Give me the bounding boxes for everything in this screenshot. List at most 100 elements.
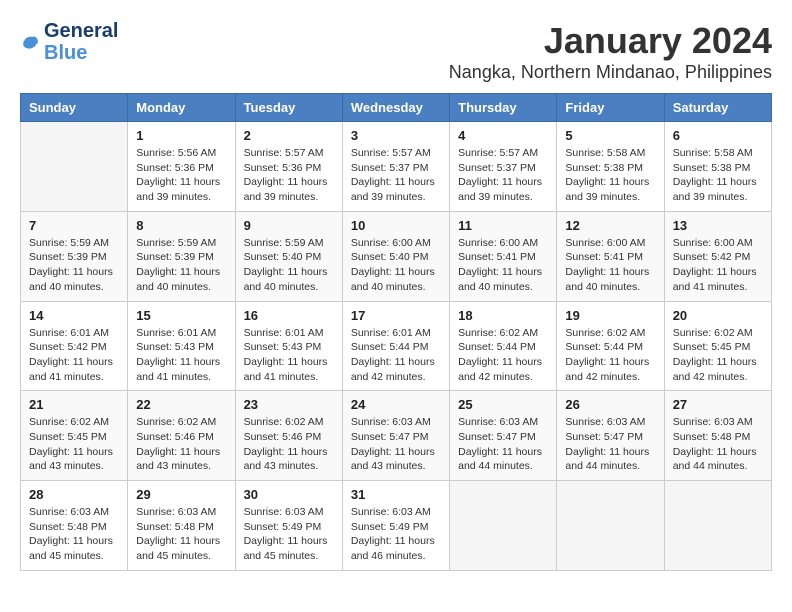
day-info: Sunrise: 6:02 AM Sunset: 5:44 PM Dayligh… [458, 326, 548, 385]
day-number: 24 [351, 397, 441, 412]
calendar-week-row: 1Sunrise: 5:56 AM Sunset: 5:36 PM Daylig… [21, 122, 772, 212]
page-subtitle: Nangka, Northern Mindanao, Philippines [449, 62, 772, 83]
day-number: 15 [136, 308, 226, 323]
day-number: 29 [136, 487, 226, 502]
day-number: 7 [29, 218, 119, 233]
calendar-cell: 17 Sunrise: 6:01 AM Sunset: 5:44 PM Dayli… [342, 301, 449, 391]
day-info: Sunrise: 6:02 AM Sunset: 5:45 PM Dayligh… [673, 326, 763, 385]
calendar-cell: 21Sunrise: 6:02 AM Sunset: 5:45 PM Dayli… [21, 391, 128, 481]
day-info: Sunrise: 6:03 AM Sunset: 5:48 PM Dayligh… [136, 505, 226, 564]
day-number: 26 [565, 397, 655, 412]
calendar-week-row: 28 Sunrise: 6:03 AM Sunset: 5:48 PM Dayli… [21, 481, 772, 571]
calendar-cell: 20 Sunrise: 6:02 AM Sunset: 5:45 PM Dayli… [664, 301, 771, 391]
calendar-cell: 28 Sunrise: 6:03 AM Sunset: 5:48 PM Dayli… [21, 481, 128, 571]
calendar-cell: 2Sunrise: 5:57 AM Sunset: 5:36 PM Daylig… [235, 122, 342, 212]
calendar-cell [21, 122, 128, 212]
day-info: Sunrise: 5:57 AM Sunset: 5:37 PM Dayligh… [458, 146, 548, 205]
calendar-cell: 8 Sunrise: 5:59 AM Sunset: 5:39 PM Daylig… [128, 211, 235, 301]
calendar-cell: 7 Sunrise: 5:59 AM Sunset: 5:39 PM Daylig… [21, 211, 128, 301]
day-info: Sunrise: 5:58 AM Sunset: 5:38 PM Dayligh… [565, 146, 655, 205]
day-info: Sunrise: 6:03 AM Sunset: 5:49 PM Dayligh… [351, 505, 441, 564]
day-info: Sunrise: 6:00 AM Sunset: 5:42 PM Dayligh… [673, 236, 763, 295]
calendar-cell: 29 Sunrise: 6:03 AM Sunset: 5:48 PM Dayli… [128, 481, 235, 571]
day-number: 31 [351, 487, 441, 502]
day-number: 11 [458, 218, 548, 233]
day-number: 9 [244, 218, 334, 233]
day-number: 5 [565, 128, 655, 143]
day-number: 13 [673, 218, 763, 233]
day-info: Sunrise: 6:01 AM Sunset: 5:44 PM Dayligh… [351, 326, 441, 385]
day-info: Sunrise: 6:03 AM Sunset: 5:47 PM Dayligh… [565, 415, 655, 474]
day-info: Sunrise: 6:03 AM Sunset: 5:48 PM Dayligh… [29, 505, 119, 564]
logo: General Blue [20, 20, 118, 64]
day-number: 20 [673, 308, 763, 323]
calendar-cell: 5 Sunrise: 5:58 AM Sunset: 5:38 PM Daylig… [557, 122, 664, 212]
calendar-cell: 15 Sunrise: 6:01 AM Sunset: 5:43 PM Dayli… [128, 301, 235, 391]
calendar-day-header: Friday [557, 94, 664, 122]
calendar-cell: 30 Sunrise: 6:03 AM Sunset: 5:49 PM Dayli… [235, 481, 342, 571]
page-header: General Blue January 2024 Nangka, Northe… [20, 20, 772, 83]
calendar-week-row: 14 Sunrise: 6:01 AM Sunset: 5:42 PM Dayli… [21, 301, 772, 391]
calendar-cell: 27Sunrise: 6:03 AM Sunset: 5:48 PM Dayli… [664, 391, 771, 481]
day-info: Sunrise: 5:59 AM Sunset: 5:39 PM Dayligh… [29, 236, 119, 295]
day-number: 8 [136, 218, 226, 233]
day-info: Sunrise: 6:03 AM Sunset: 5:49 PM Dayligh… [244, 505, 334, 564]
day-number: 14 [29, 308, 119, 323]
calendar-header-row: SundayMondayTuesdayWednesdayThursdayFrid… [21, 94, 772, 122]
day-info: Sunrise: 5:59 AM Sunset: 5:40 PM Dayligh… [244, 236, 334, 295]
title-block: January 2024 Nangka, Northern Mindanao, … [449, 20, 772, 83]
calendar-cell: 11 Sunrise: 6:00 AM Sunset: 5:41 PM Dayli… [450, 211, 557, 301]
day-info: Sunrise: 6:03 AM Sunset: 5:47 PM Dayligh… [458, 415, 548, 474]
calendar-cell: 6 Sunrise: 5:58 AM Sunset: 5:38 PM Daylig… [664, 122, 771, 212]
logo-text-general: General [44, 20, 118, 42]
day-info: Sunrise: 6:00 AM Sunset: 5:41 PM Dayligh… [458, 236, 548, 295]
calendar-day-header: Saturday [664, 94, 771, 122]
calendar-cell: 26 Sunrise: 6:03 AM Sunset: 5:47 PM Dayli… [557, 391, 664, 481]
calendar-cell: 4 Sunrise: 5:57 AM Sunset: 5:37 PM Daylig… [450, 122, 557, 212]
day-info: Sunrise: 5:58 AM Sunset: 5:38 PM Dayligh… [673, 146, 763, 205]
day-info: Sunrise: 5:56 AM Sunset: 5:36 PM Dayligh… [136, 146, 226, 205]
calendar-cell: 19 Sunrise: 6:02 AM Sunset: 5:44 PM Dayli… [557, 301, 664, 391]
day-info: Sunrise: 6:03 AM Sunset: 5:48 PM Dayligh… [673, 415, 763, 474]
calendar-week-row: 7 Sunrise: 5:59 AM Sunset: 5:39 PM Daylig… [21, 211, 772, 301]
day-number: 3 [351, 128, 441, 143]
day-number: 10 [351, 218, 441, 233]
calendar-cell: 12 Sunrise: 6:00 AM Sunset: 5:41 PM Dayli… [557, 211, 664, 301]
calendar-cell: 3Sunrise: 5:57 AM Sunset: 5:37 PM Daylig… [342, 122, 449, 212]
calendar-cell: 31 Sunrise: 6:03 AM Sunset: 5:49 PM Dayli… [342, 481, 449, 571]
day-number: 30 [244, 487, 334, 502]
day-number: 28 [29, 487, 119, 502]
day-number: 2 [244, 128, 334, 143]
calendar-cell: 9 Sunrise: 5:59 AM Sunset: 5:40 PM Daylig… [235, 211, 342, 301]
calendar-cell: 10Sunrise: 6:00 AM Sunset: 5:40 PM Dayli… [342, 211, 449, 301]
page-title: January 2024 [449, 20, 772, 62]
calendar-cell: 16 Sunrise: 6:01 AM Sunset: 5:43 PM Dayli… [235, 301, 342, 391]
day-info: Sunrise: 6:02 AM Sunset: 5:45 PM Dayligh… [29, 415, 119, 474]
day-number: 23 [244, 397, 334, 412]
day-info: Sunrise: 5:59 AM Sunset: 5:39 PM Dayligh… [136, 236, 226, 295]
day-number: 19 [565, 308, 655, 323]
calendar-day-header: Tuesday [235, 94, 342, 122]
day-number: 16 [244, 308, 334, 323]
day-info: Sunrise: 6:01 AM Sunset: 5:43 PM Dayligh… [244, 326, 334, 385]
calendar-cell: 25Sunrise: 6:03 AM Sunset: 5:47 PM Dayli… [450, 391, 557, 481]
calendar-cell: 13 Sunrise: 6:00 AM Sunset: 5:42 PM Dayli… [664, 211, 771, 301]
day-info: Sunrise: 6:01 AM Sunset: 5:43 PM Dayligh… [136, 326, 226, 385]
day-number: 4 [458, 128, 548, 143]
day-number: 6 [673, 128, 763, 143]
logo-text-blue: Blue [44, 42, 118, 64]
calendar-cell: 24 Sunrise: 6:03 AM Sunset: 5:47 PM Dayli… [342, 391, 449, 481]
day-info: Sunrise: 6:00 AM Sunset: 5:41 PM Dayligh… [565, 236, 655, 295]
calendar-cell: 22Sunrise: 6:02 AM Sunset: 5:46 PM Dayli… [128, 391, 235, 481]
day-info: Sunrise: 6:01 AM Sunset: 5:42 PM Dayligh… [29, 326, 119, 385]
day-info: Sunrise: 6:02 AM Sunset: 5:44 PM Dayligh… [565, 326, 655, 385]
calendar-table: SundayMondayTuesdayWednesdayThursdayFrid… [20, 93, 772, 571]
day-number: 12 [565, 218, 655, 233]
day-info: Sunrise: 6:02 AM Sunset: 5:46 PM Dayligh… [136, 415, 226, 474]
calendar-cell [664, 481, 771, 571]
calendar-cell: 1Sunrise: 5:56 AM Sunset: 5:36 PM Daylig… [128, 122, 235, 212]
day-info: Sunrise: 6:03 AM Sunset: 5:47 PM Dayligh… [351, 415, 441, 474]
calendar-cell [557, 481, 664, 571]
day-number: 17 [351, 308, 441, 323]
day-info: Sunrise: 6:02 AM Sunset: 5:46 PM Dayligh… [244, 415, 334, 474]
